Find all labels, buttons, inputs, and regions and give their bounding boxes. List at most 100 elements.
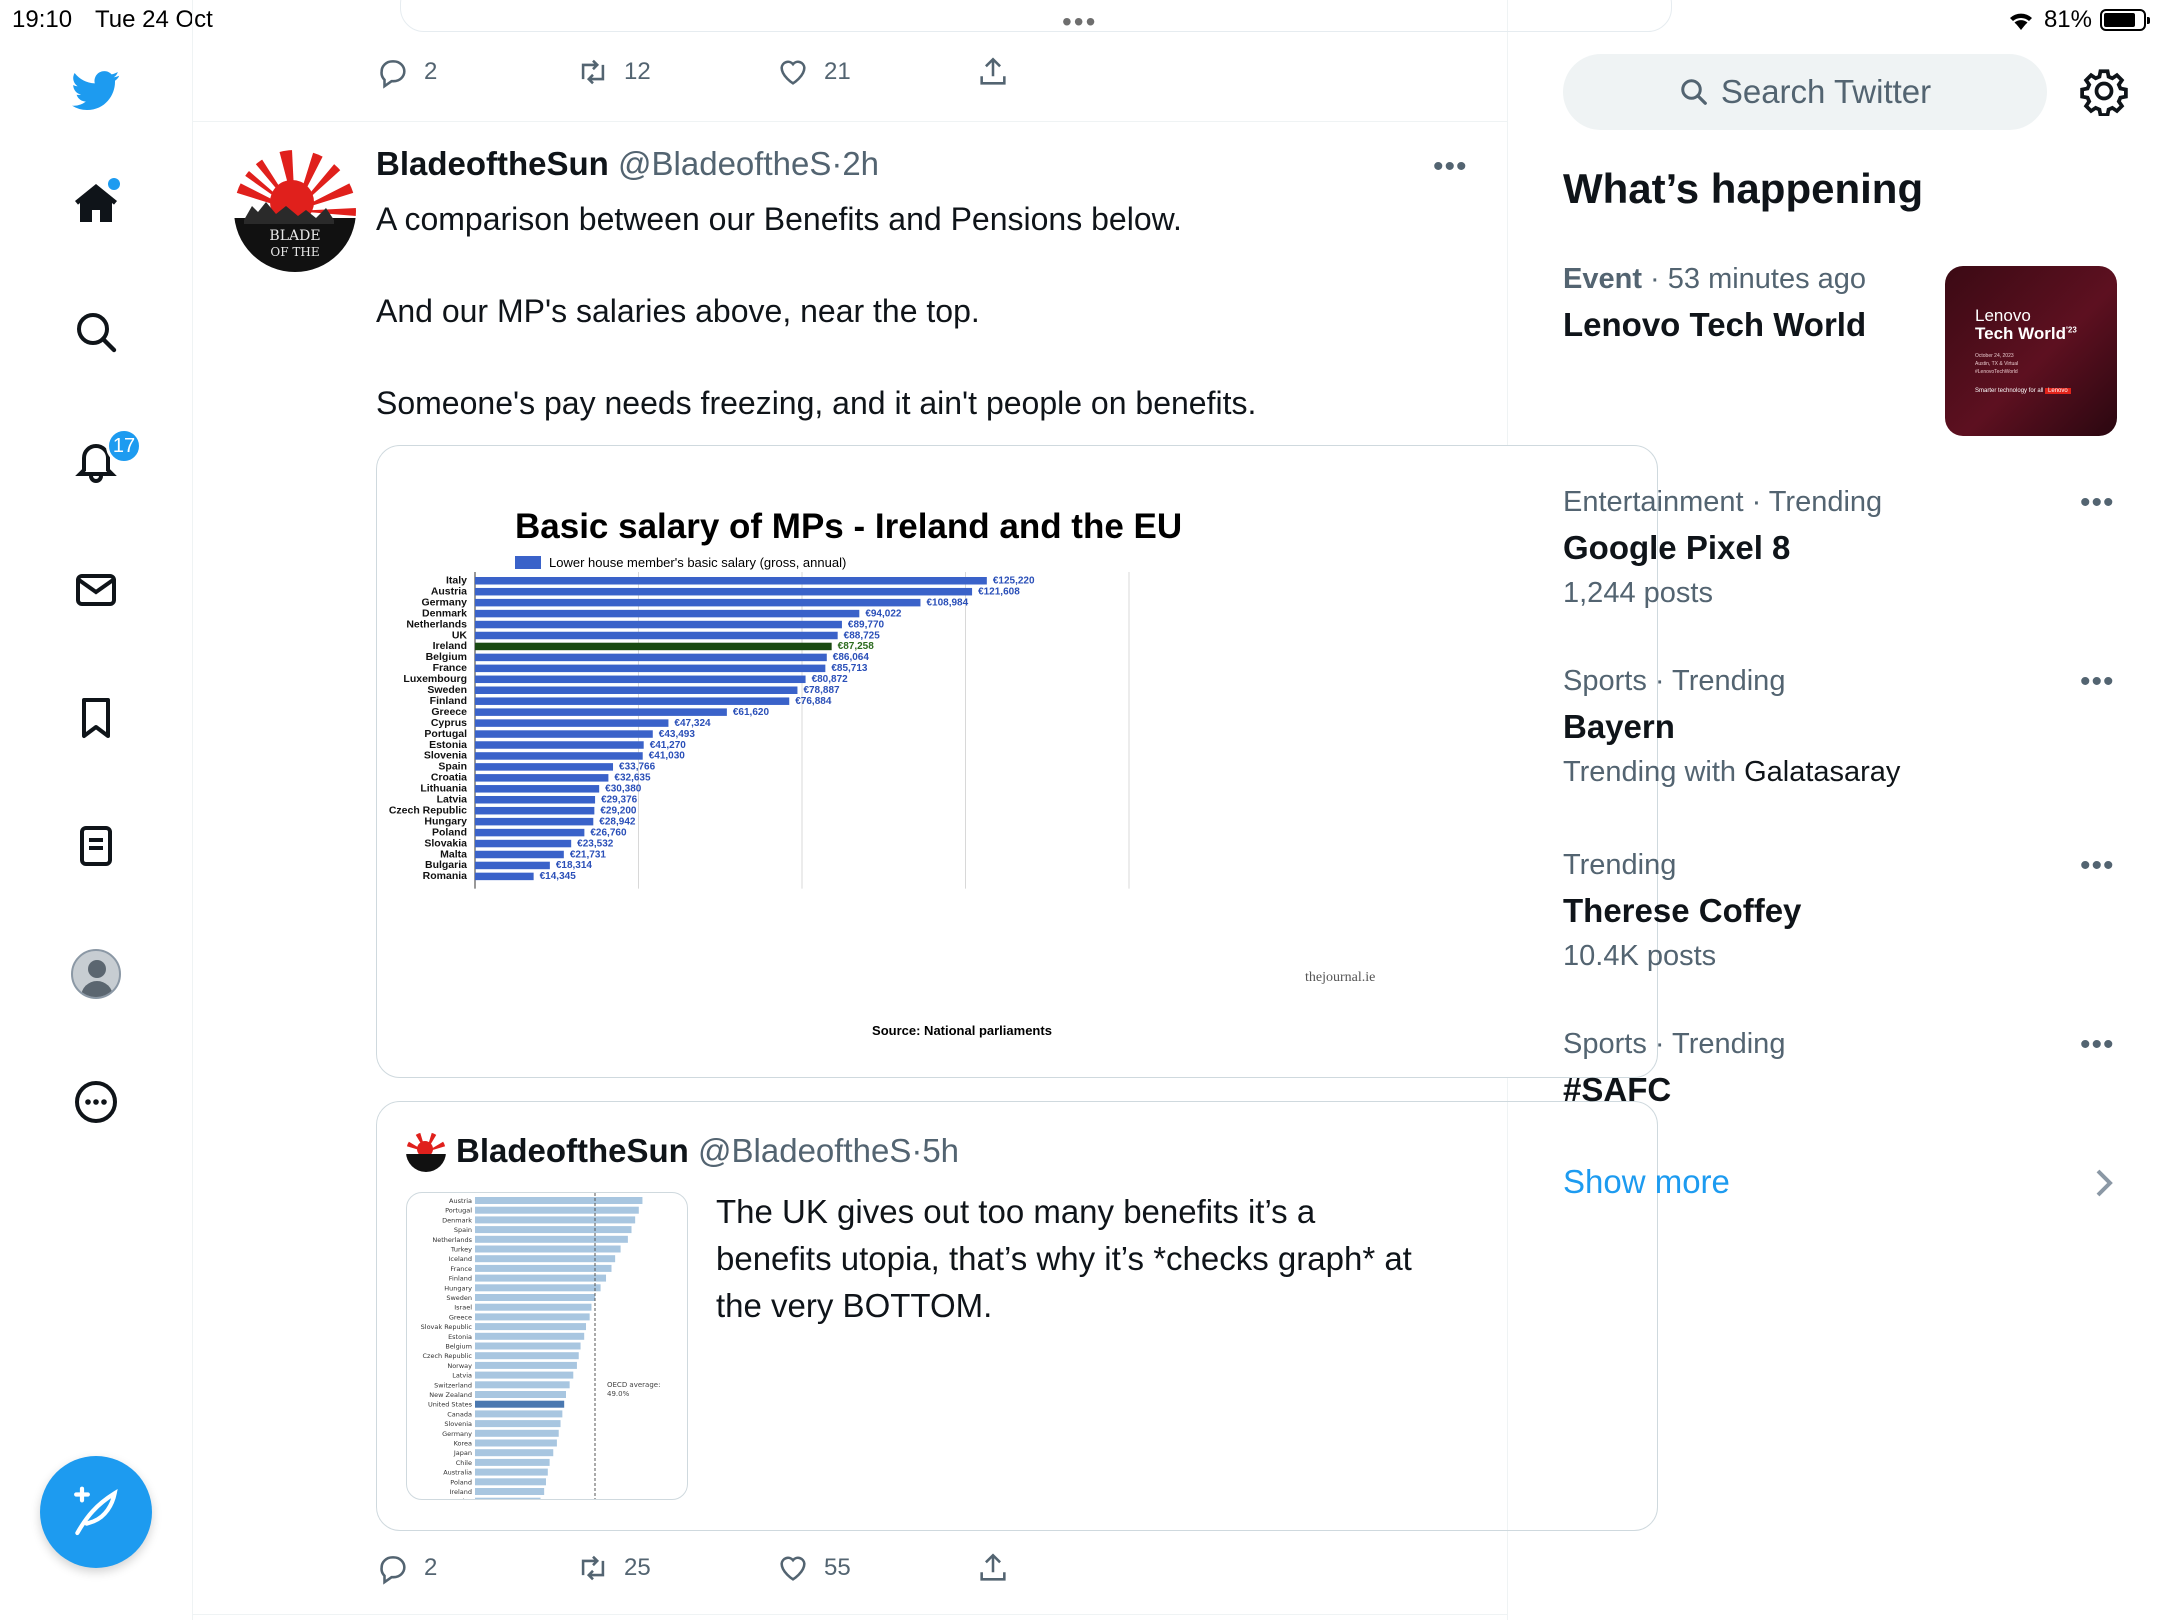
chart-watermark: thejournal.ie: [1305, 970, 1375, 985]
reply-button[interactable]: 2: [376, 1551, 437, 1585]
previous-tweet-actions: 2 12 21: [376, 52, 1076, 92]
tweet-separator: ·: [831, 145, 843, 182]
retweet-button[interactable]: 25: [576, 1551, 651, 1585]
trend-item[interactable]: Sports · Trending Bayern Trending with G…: [1563, 665, 2123, 789]
thumb-category-label: Israel: [454, 1304, 472, 1312]
thumb-bar: [475, 1274, 607, 1282]
quoted-author-avatar: [406, 1132, 446, 1172]
thumb-bar: [475, 1439, 557, 1447]
thumb-category-label: Iceland: [448, 1255, 472, 1263]
thumb-category-label: Mexico: [449, 1498, 472, 1500]
search-icon: [1681, 79, 1707, 105]
trend-more-icon[interactable]: •••: [2080, 849, 2115, 883]
trend-item[interactable]: Trending Therese Coffey 10.4K posts: [1563, 849, 2123, 973]
like-button[interactable]: 55: [776, 1551, 851, 1585]
trend-post-count: 1,244 posts: [1563, 577, 1713, 609]
heart-icon: [780, 1556, 806, 1581]
trend-title: Bayern: [1563, 708, 1675, 745]
value-label: €28,942: [599, 816, 636, 827]
retweet-button[interactable]: 12: [576, 55, 651, 89]
lists-icon[interactable]: [66, 816, 126, 876]
category-label: Romania: [423, 870, 468, 882]
thumb-bar: [475, 1371, 574, 1379]
event-thumb-title-text: Tech World: [1975, 324, 2066, 343]
tweet-more-icon[interactable]: •••: [1433, 150, 1468, 184]
value-label: €87,258: [838, 641, 875, 652]
trend-more-icon[interactable]: •••: [2080, 1028, 2115, 1062]
previous-tweet-media-edge: [400, 0, 1672, 32]
thumb-category-label: Slovenia: [444, 1420, 472, 1428]
thumb-category-label: Belgium: [445, 1343, 472, 1351]
thumb-bar: [475, 1342, 581, 1350]
twitter-logo-icon[interactable]: [66, 60, 126, 120]
trend-category: Trending: [1563, 849, 1677, 881]
settings-gear-icon[interactable]: [2079, 66, 2129, 117]
salary-bar: [475, 708, 727, 716]
event-thumb-tagline: Smarter technology for all Lenovo: [1975, 388, 2071, 394]
messages-envelope-icon[interactable]: [66, 560, 126, 620]
trend-more-icon[interactable]: •••: [2080, 665, 2115, 699]
salary-bar: [475, 653, 827, 662]
value-label: €29,200: [600, 805, 637, 816]
thumb-category-label: Greece: [449, 1313, 472, 1321]
thumb-category-label: Chile: [456, 1459, 472, 1467]
event-thumb-line: #LenovoTechWorld: [1975, 369, 2018, 375]
search-input[interactable]: Search Twitter: [1563, 54, 2047, 130]
battery-icon: [2100, 9, 2150, 31]
trend-related: Trending with Galatasaray: [1563, 756, 2123, 789]
event-thumb-line: October 24, 2023: [1975, 353, 2014, 359]
trend-item[interactable]: Sports · Trending #SAFC: [1563, 1028, 2123, 1109]
share-button[interactable]: [976, 1551, 1010, 1585]
trend-item[interactable]: Entertainment · Trending Google Pixel 8 …: [1563, 486, 2123, 610]
salary-bar: [475, 872, 534, 881]
event-thumb-sup: '23: [2066, 325, 2077, 335]
thumb-bar: [475, 1391, 566, 1398]
quoted-author-handle: @BladeoftheS: [698, 1132, 912, 1169]
tweet-timestamp[interactable]: 2h: [842, 145, 879, 182]
thumb-category-label: Portugal: [445, 1207, 472, 1215]
explore-search-icon[interactable]: [66, 302, 126, 362]
oecd-average-label: OECD average:: [607, 1381, 660, 1389]
tweet-author-handle[interactable]: @BladeoftheS: [618, 145, 831, 182]
like-button[interactable]: 21: [776, 55, 851, 89]
tweet-media-image[interactable]: Basic salary of MPs - Ireland and the EU…: [376, 445, 1658, 1078]
left-nav: 17: [0, 0, 193, 1620]
tweet-author-name[interactable]: BladeoftheSun: [376, 145, 609, 182]
salary-bar: [475, 806, 595, 815]
value-label: €108,984: [926, 597, 968, 608]
reply-button[interactable]: 2: [376, 55, 437, 89]
chevron-right-icon[interactable]: [2090, 1163, 2118, 1203]
value-label: €89,770: [848, 619, 885, 630]
notifications-bell-icon[interactable]: 17: [66, 428, 142, 490]
quoted-tweet[interactable]: BladeoftheSun @BladeoftheS·5h Austria Por…: [376, 1101, 1658, 1531]
trend-title: Therese Coffey: [1563, 892, 1802, 929]
salary-bar: [475, 839, 572, 848]
thumb-category-label: Ireland: [450, 1488, 472, 1496]
thumb-bar: [475, 1400, 565, 1408]
more-options-icon[interactable]: [66, 1072, 126, 1132]
value-label: €33,766: [619, 762, 656, 773]
thumb-category-label: Sweden: [446, 1294, 472, 1302]
salary-bar: [475, 609, 860, 618]
thumb-category-label: Korea: [454, 1440, 472, 1448]
profile-avatar-icon[interactable]: [66, 944, 126, 1004]
salary-bar: [475, 598, 921, 607]
bookmarks-icon[interactable]: [66, 688, 126, 748]
tweet-author-avatar[interactable]: BLADE OF THE: [234, 150, 356, 272]
thumb-category-label: France: [450, 1265, 472, 1273]
home-icon[interactable]: [66, 174, 126, 234]
compose-tweet-button[interactable]: [40, 1456, 152, 1568]
event-thumbnail[interactable]: Lenovo Tech World'23 October 24, 2023 Au…: [1945, 266, 2117, 436]
tweet-actions: 2 25 55: [376, 1548, 1076, 1588]
value-label: €121,608: [978, 586, 1020, 597]
show-more-link[interactable]: Show more: [1563, 1163, 1730, 1201]
value-label: €78,887: [803, 685, 840, 696]
salary-bar: [475, 587, 973, 596]
salary-bar: [475, 850, 564, 859]
thumb-bar: [475, 1313, 590, 1321]
event-thumb-brand: Lenovo: [1975, 306, 2031, 325]
share-button[interactable]: [976, 55, 1010, 89]
value-label: €23,532: [577, 838, 614, 849]
value-label: €125,220: [993, 576, 1035, 587]
trend-more-icon[interactable]: •••: [2080, 486, 2115, 520]
